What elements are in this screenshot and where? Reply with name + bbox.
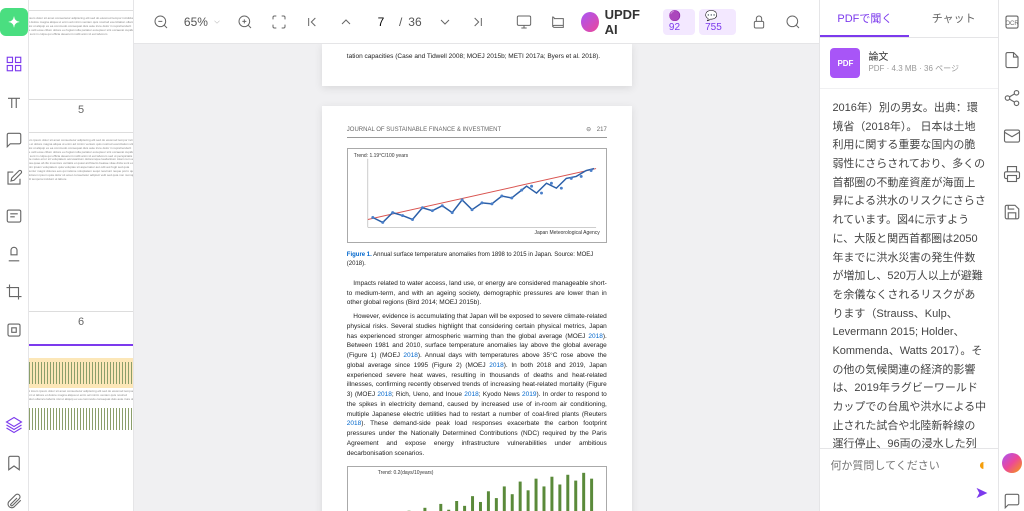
badge-2: 💬755	[699, 9, 736, 35]
prev-page-button[interactable]	[335, 10, 357, 34]
read-mode-icon[interactable]	[547, 10, 569, 34]
document-viewport[interactable]: tation capacities (Case and Tidwell 2008…	[134, 44, 819, 511]
top-toolbar: 65% / 36 UPDF AI 🟣92 💬755	[134, 0, 819, 44]
updf-ai-logo[interactable]: UPDF AI	[581, 7, 651, 37]
thumbnails-icon[interactable]	[4, 54, 24, 74]
pdf-icon: PDF	[830, 48, 860, 78]
zoom-level[interactable]: 65%	[184, 15, 222, 29]
app-logo: ✦	[0, 8, 28, 36]
body-text: tation capacities (Case and Tidwell 2008…	[347, 52, 607, 62]
search-icon[interactable]	[782, 10, 804, 34]
running-header: JOURNAL OF SUSTAINABLE FINANCE & INVESTM…	[347, 126, 607, 138]
page-indicator: / 36	[369, 15, 422, 29]
right-toolbar: OCR	[998, 0, 1024, 511]
share-icon[interactable]	[1002, 88, 1022, 108]
svg-text:OCR: OCR	[1005, 21, 1019, 27]
email-icon[interactable]	[1002, 126, 1022, 146]
badge-1: 🟣92	[663, 9, 695, 35]
hint-icon[interactable]: ◐	[978, 457, 988, 475]
ocr-icon[interactable]	[4, 320, 24, 340]
doc-title: 論文	[868, 48, 959, 63]
left-toolbar: ✦	[0, 0, 29, 511]
thumbnail-page-7[interactable]: 217Figure 1 lorem ipsum dolor sit amet c…	[39, 344, 123, 511]
tab-ask-pdf[interactable]: PDFで聞く	[820, 0, 909, 37]
next-page-button[interactable]	[434, 10, 456, 34]
bookmark-icon[interactable]	[4, 453, 24, 473]
thumbnail-page-5[interactable]: Lorem ipsum dolor sit amet consectetur a…	[39, 10, 123, 116]
save-icon[interactable]	[1002, 202, 1022, 222]
figure-1-caption: Figure 1. Annual surface temperature ano…	[347, 251, 607, 269]
edit-icon[interactable]	[4, 168, 24, 188]
page-total: 36	[408, 15, 421, 29]
page-input[interactable]	[369, 15, 393, 29]
ai-document-header: PDF 論文 PDF · 4.3 MB · 36 ページ	[820, 38, 998, 89]
ai-question-input[interactable]	[830, 460, 972, 472]
ai-summary-text: 2016年）別の男女。出典：環境省（2018年）。 日本は土地利用に関する重要な…	[820, 89, 998, 448]
pdf-page-6-tail: tation capacities (Case and Tidwell 2008…	[322, 44, 632, 86]
text-icon[interactable]	[4, 92, 24, 112]
ai-input-bar: ◐	[820, 448, 998, 483]
doc-meta: PDF · 4.3 MB · 36 ページ	[868, 63, 959, 74]
main-area: 65% / 36 UPDF AI 🟣92 💬755 tation capacit…	[134, 0, 819, 511]
ai-tabs: PDFで聞く チャット	[820, 0, 998, 38]
present-icon[interactable]	[513, 10, 535, 34]
tab-chat[interactable]: チャット	[909, 0, 998, 37]
lock-icon[interactable]	[748, 10, 770, 34]
ai-chat-panel: PDFで聞く チャット PDF 論文 PDF · 4.3 MB · 36 ページ…	[819, 0, 998, 511]
thumb-label: 6	[78, 316, 84, 328]
figure-1-chart: Trend: 1.19°C/100 years Japan Meteorolog…	[347, 148, 607, 243]
fit-button[interactable]	[268, 10, 290, 34]
zoom-in-button[interactable]	[234, 10, 256, 34]
form-icon[interactable]	[4, 206, 24, 226]
thumb-label: 5	[78, 104, 84, 116]
body-text: Impacts related to water access, land us…	[347, 279, 607, 308]
crop-icon[interactable]	[4, 282, 24, 302]
export-icon[interactable]	[1002, 50, 1022, 70]
layers-icon[interactable]	[4, 415, 24, 435]
figure-2-chart: Trend: 0.2(days/10years)	[347, 466, 607, 511]
feedback-icon[interactable]	[1002, 491, 1022, 511]
comment-icon[interactable]	[4, 130, 24, 150]
thumbnail-panel: Lorem ipsum dolor sit amet consectetur a…	[29, 0, 134, 511]
body-text: However, evidence is accumulating that J…	[347, 312, 607, 458]
ocr-tool-icon[interactable]: OCR	[1002, 12, 1022, 32]
print-icon[interactable]	[1002, 164, 1022, 184]
send-button[interactable]: ➤	[975, 483, 988, 503]
attachment-icon[interactable]	[4, 491, 24, 511]
stamp-icon[interactable]	[4, 244, 24, 264]
pdf-page-7: JOURNAL OF SUSTAINABLE FINANCE & INVESTM…	[322, 106, 632, 511]
thumbnail-page-6[interactable]: 216 Lorem ipsum dolor sit amet consectet…	[39, 132, 123, 328]
ai-orb-icon[interactable]	[1002, 453, 1022, 473]
credit-badges: 🟣92 💬755	[663, 9, 736, 35]
zoom-out-button[interactable]	[150, 10, 172, 34]
last-page-button[interactable]	[467, 10, 489, 34]
first-page-button[interactable]	[301, 10, 323, 34]
